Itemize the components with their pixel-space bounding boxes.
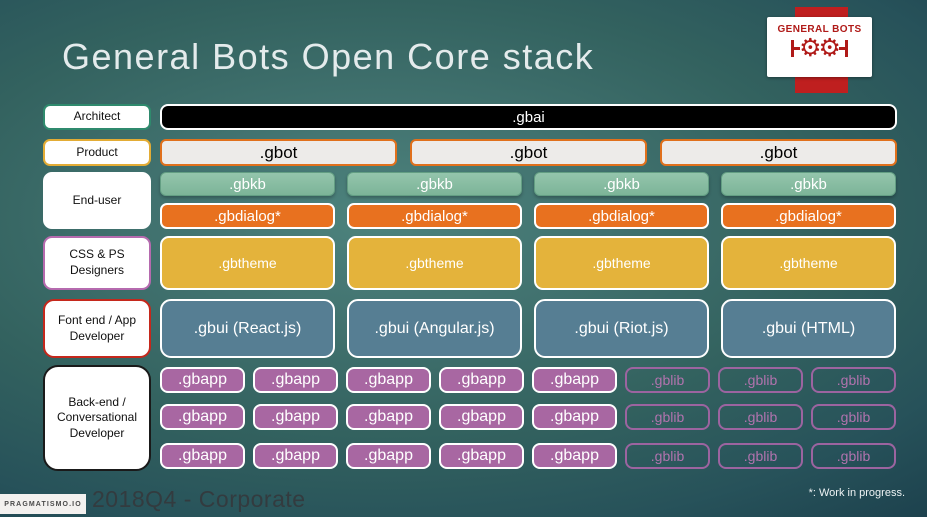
stack-box-gbdialog: .gbdialog* (347, 203, 522, 229)
stack-box-gbapp: .gbapp (253, 367, 338, 393)
stack-box-gbapp: .gbapp (439, 367, 524, 393)
stack-box-gbtheme: .gbtheme (534, 236, 709, 290)
stack-box-gblib: .gblib (811, 404, 896, 430)
role-label-end-user: End-user (43, 172, 151, 229)
pragmatismo-logo: PRAGMATISMO.IO (0, 494, 86, 514)
stack-box-gbkb: .gbkb (347, 172, 522, 196)
work-in-progress-note: *: Work in progress. (808, 487, 905, 499)
stack-box-gblib: .gblib (718, 404, 803, 430)
stack-box-gbdialog: .gbdialog* (721, 203, 896, 229)
stack-box-gbapp: .gbapp (253, 443, 338, 469)
slide-title: General Bots Open Core stack (62, 36, 595, 77)
stack-box-gbapp: .gbapp (160, 367, 245, 393)
stack-box-gblib: .gblib (811, 367, 896, 393)
stack-box-gblib: .gblib (811, 443, 896, 469)
stack-box-gblib: .gblib (718, 443, 803, 469)
role-label-frontend-app-developer: Font end / App Developer (43, 299, 151, 358)
stack-box-gbapp: .gbapp (160, 404, 245, 430)
stack-box-gbtheme: .gbtheme (160, 236, 335, 290)
stack-box-gbapp: .gbapp (346, 404, 431, 430)
gear-endcap-right (844, 39, 848, 57)
stack-box-gblib: .gblib (625, 443, 710, 469)
stack-box-gbdialog: .gbdialog* (534, 203, 709, 229)
gears-icon: ⚙⚙ (791, 35, 848, 61)
stack-box-gbot: .gbot (410, 139, 647, 166)
stack-box-gblib: .gblib (625, 404, 710, 430)
stack-box-gbkb: .gbkb (534, 172, 709, 196)
stack-box-gbapp: .gbapp (160, 443, 245, 469)
stack-box-gbui-react: .gbui (React.js) (160, 299, 335, 358)
stack-box-gbapp: .gbapp (346, 367, 431, 393)
stack-box-gbui-angular: .gbui (Angular.js) (347, 299, 522, 358)
stack-box-gbkb: .gbkb (160, 172, 335, 196)
stack-box-gbot: .gbot (660, 139, 897, 166)
stack-box-gbapp: .gbapp (439, 443, 524, 469)
stack-box-gbapp: .gbapp (346, 443, 431, 469)
role-label-architect: Architect (43, 104, 151, 130)
stack-box-gbapp: .gbapp (532, 367, 617, 393)
stack-box-gbdialog: .gbdialog* (160, 203, 335, 229)
gear-glyphs: ⚙⚙ (799, 33, 841, 62)
stack-box-gbai: .gbai (160, 104, 897, 130)
footer-caption: 2018Q4 - Corporate (92, 486, 306, 512)
stack-box-gbkb: .gbkb (721, 172, 896, 196)
role-label-css-ps-designers: CSS & PS Designers (43, 236, 151, 290)
stack-box-gbui-html: .gbui (HTML) (721, 299, 896, 358)
stack-box-gbui-riot: .gbui (Riot.js) (534, 299, 709, 358)
role-label-backend-conversational-developer: Back-end / Conversational Developer (43, 365, 151, 471)
stack-box-gbtheme: .gbtheme (721, 236, 896, 290)
stack-box-gbot: .gbot (160, 139, 397, 166)
stack-box-gblib: .gblib (718, 367, 803, 393)
stack-box-gbapp: .gbapp (253, 404, 338, 430)
role-label-product: Product (43, 139, 151, 166)
stack-box-gbapp: .gbapp (532, 443, 617, 469)
stack-box-gbapp: .gbapp (439, 404, 524, 430)
stack-box-gblib: .gblib (625, 367, 710, 393)
stack-box-gbapp: .gbapp (532, 404, 617, 430)
stack-box-gbtheme: .gbtheme (347, 236, 522, 290)
general-bots-logo: GENERAL BOTS ⚙⚙ (767, 17, 872, 77)
